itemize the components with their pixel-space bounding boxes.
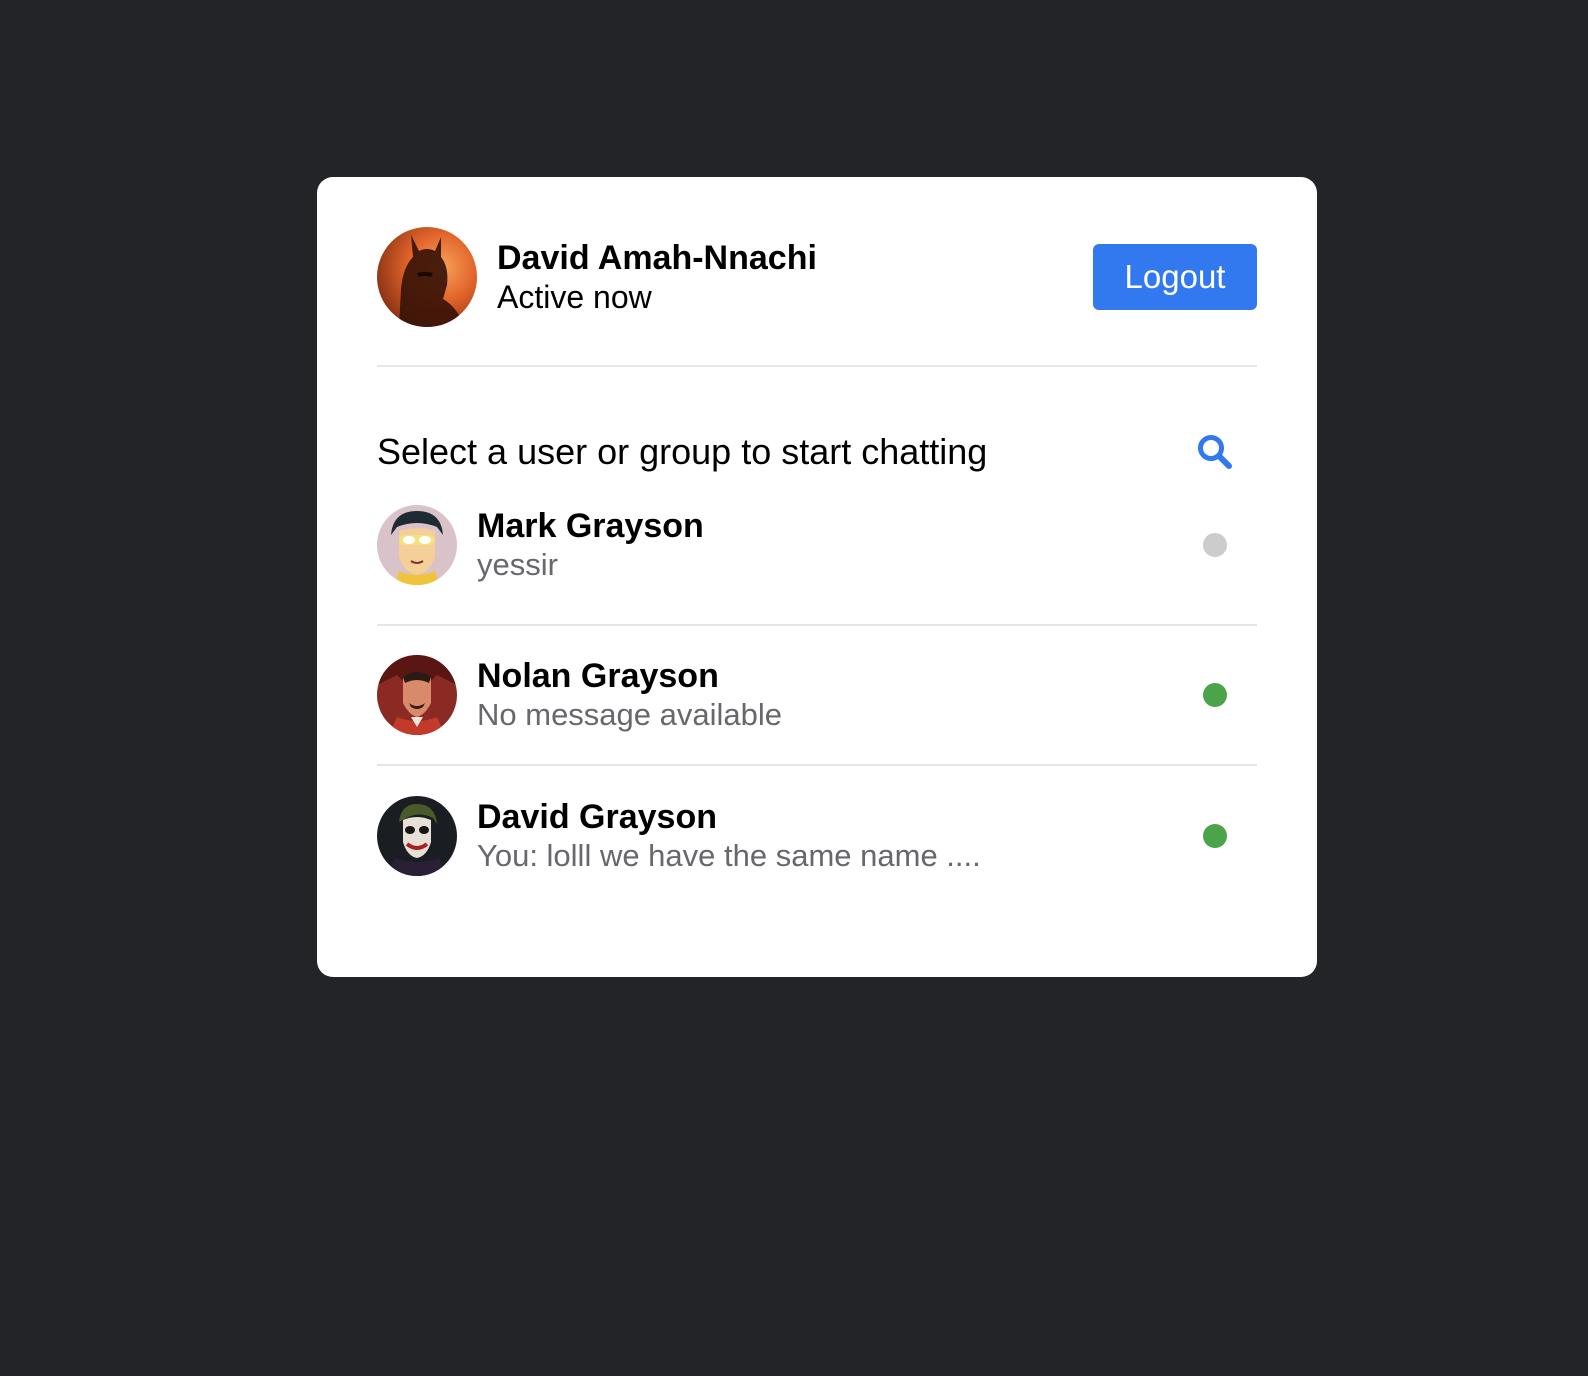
search-icon[interactable] [1195, 432, 1235, 472]
current-user-status: Active now [497, 279, 652, 315]
joker-avatar-icon [377, 796, 457, 876]
list-item[interactable]: Nolan Grayson No message available [377, 626, 1257, 766]
list-item[interactable]: David Grayson You: lolll we have the sam… [377, 766, 1257, 906]
batman-avatar-icon [377, 227, 477, 327]
last-message: yessir [477, 547, 558, 582]
user-name: David Grayson [477, 798, 717, 836]
user-name: Nolan Grayson [477, 657, 719, 695]
user-info: Mark Grayson yessir [477, 506, 1203, 584]
user-list: Mark Grayson yessir Nolan Grayson No mes… [377, 503, 1257, 906]
user-name: Mark Grayson [477, 507, 704, 545]
list-item[interactable]: Mark Grayson yessir [377, 503, 1257, 626]
chat-users-panel: David Amah-Nnachi Active now Logout Sele… [317, 177, 1317, 977]
user-info: Nolan Grayson No message available [477, 656, 1203, 734]
profile-header: David Amah-Nnachi Active now Logout [377, 227, 1257, 367]
user-info: David Grayson You: lolll we have the sam… [477, 797, 1203, 875]
avatar [377, 505, 457, 585]
avatar [377, 655, 457, 735]
avatar [377, 227, 477, 327]
current-user-info: David Amah-Nnachi Active now [497, 238, 1093, 316]
search-prompt: Select a user or group to start chatting [377, 431, 988, 472]
omni-man-avatar-icon [377, 655, 457, 735]
last-message: No message available [477, 697, 783, 732]
status-badge [1203, 824, 1227, 848]
search-bar: Select a user or group to start chatting [377, 429, 1257, 475]
status-badge [1203, 533, 1227, 557]
avatar [377, 796, 457, 876]
last-message: You: lolll we have the same name .... [477, 838, 981, 873]
current-user-name: David Amah-Nnachi [497, 239, 817, 277]
logout-button[interactable]: Logout [1093, 244, 1257, 310]
invincible-avatar-icon [377, 505, 457, 585]
status-badge [1203, 683, 1227, 707]
